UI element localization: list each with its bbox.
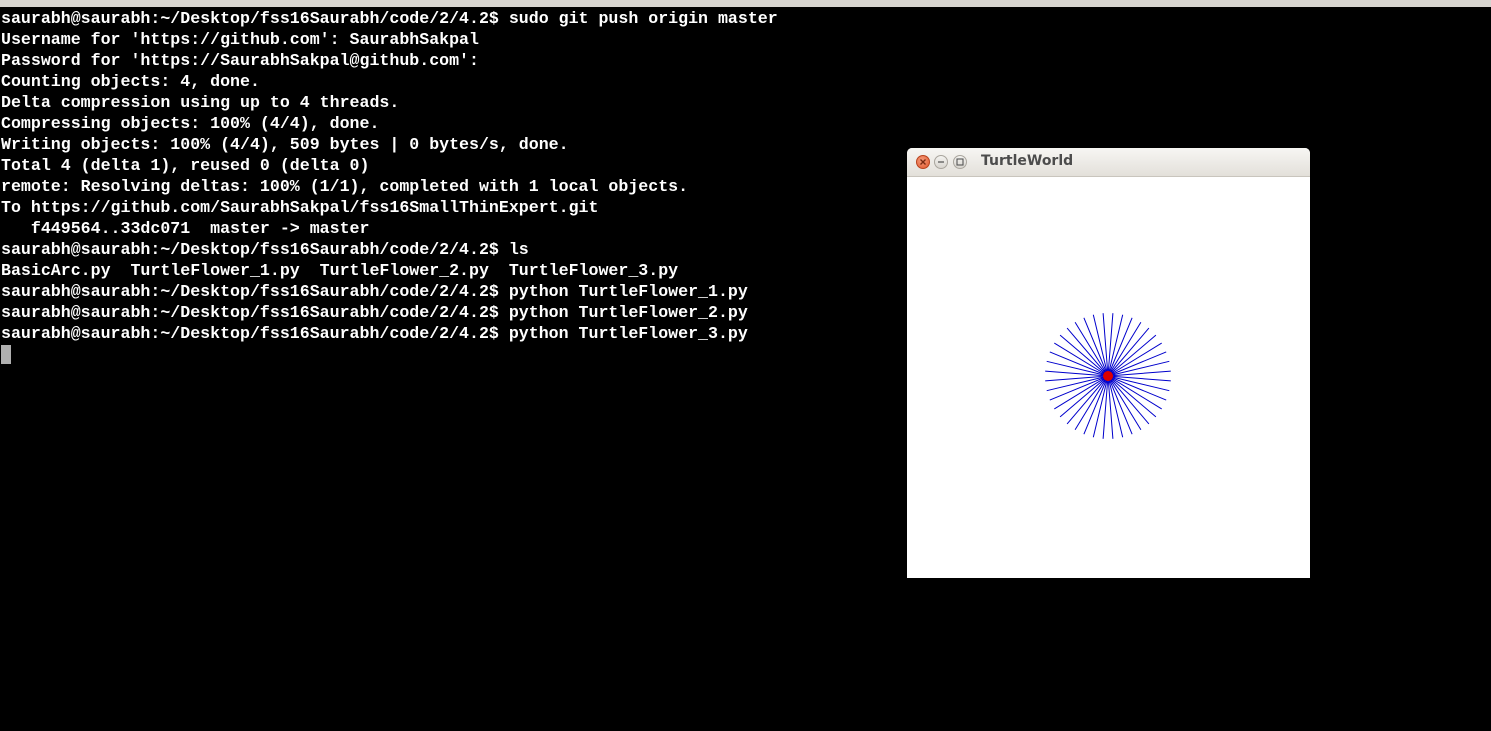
terminal-output: saurabh@saurabh:~/Desktop/fss16Saurabh/c… [1, 8, 778, 365]
terminal-line: Delta compression using up to 4 threads. [1, 93, 400, 112]
terminal-line: saurabh@saurabh:~/Desktop/fss16Saurabh/c… [1, 324, 748, 343]
turtle-canvas[interactable] [907, 177, 1310, 578]
window-titlebar[interactable]: TurtleWorld [907, 148, 1310, 177]
maximize-icon[interactable] [953, 155, 967, 169]
terminal-line: Username for 'https://github.com': Saura… [1, 30, 479, 49]
terminal-line: saurabh@saurabh:~/Desktop/fss16Saurabh/c… [1, 303, 748, 322]
terminal-line: saurabh@saurabh:~/Desktop/fss16Saurabh/c… [1, 282, 748, 301]
desktop-top-panel [0, 0, 1491, 7]
terminal-line: remote: Resolving deltas: 100% (1/1), co… [1, 177, 689, 196]
terminal-line: To https://github.com/SaurabhSakpal/fss1… [1, 198, 599, 217]
turtle-icon [1103, 371, 1113, 381]
terminal-line: f449564..33dc071 master -> master [1, 219, 370, 238]
terminal-line: BasicArc.py TurtleFlower_1.py TurtleFlow… [1, 261, 679, 280]
terminal-line: Counting objects: 4, done. [1, 72, 260, 91]
terminal-prompt-line[interactable] [1, 344, 778, 365]
turtleworld-window[interactable]: TurtleWorld [907, 148, 1310, 578]
close-icon[interactable] [916, 155, 930, 169]
terminal-line: saurabh@saurabh:~/Desktop/fss16Saurabh/c… [1, 240, 529, 259]
terminal-line: saurabh@saurabh:~/Desktop/fss16Saurabh/c… [1, 9, 778, 28]
window-title: TurtleWorld [981, 153, 1074, 169]
minimize-icon[interactable] [934, 155, 948, 169]
terminal-line: Compressing objects: 100% (4/4), done. [1, 114, 380, 133]
terminal-line: Total 4 (delta 1), reused 0 (delta 0) [1, 156, 370, 175]
turtle-drawing [1045, 313, 1171, 439]
terminal-line: Writing objects: 100% (4/4), 509 bytes |… [1, 135, 569, 154]
text-cursor [1, 345, 11, 364]
terminal-line: Password for 'https://SaurabhSakpal@gith… [1, 51, 479, 70]
